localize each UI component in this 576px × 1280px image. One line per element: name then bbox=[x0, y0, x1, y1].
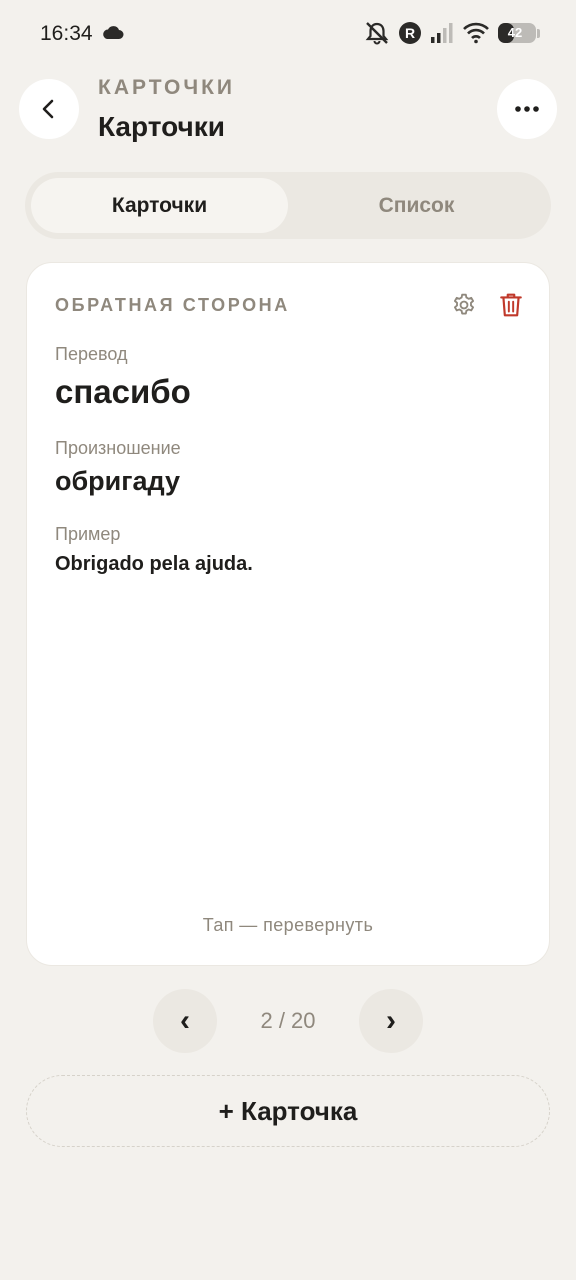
example-value: Obrigado pela ajuda. bbox=[55, 553, 253, 575]
more-horizontal-icon bbox=[515, 106, 539, 112]
flip-hint: Тап — перевернуть bbox=[202, 915, 374, 935]
status-time: 16:34 bbox=[40, 22, 93, 45]
pronunciation-value: обригаду bbox=[55, 466, 181, 496]
header-overline: КАРТОЧКИ bbox=[98, 76, 236, 99]
next-card-button[interactable]: › bbox=[359, 989, 423, 1053]
wifi-icon bbox=[463, 22, 489, 44]
card-settings-button[interactable] bbox=[450, 291, 478, 319]
status-icons: R 42 bbox=[364, 20, 540, 46]
chevron-left-icon bbox=[42, 99, 54, 119]
tab-list[interactable]: Список bbox=[288, 178, 545, 233]
gear-icon bbox=[453, 293, 475, 315]
flashcard[interactable]: ОБРАТНАЯ СТОРОНА Перевод спасибо Произно… bbox=[26, 262, 550, 966]
tab-cards[interactable]: Карточки bbox=[31, 178, 288, 233]
status-bar: 16:34 R 42 bbox=[0, 0, 576, 68]
trash-icon bbox=[500, 293, 522, 317]
screen: 16:34 R 42 КАРТОЧКИ Карточки Карточки Сп… bbox=[0, 0, 576, 1280]
battery-icon: 42 bbox=[498, 23, 536, 43]
mute-icon bbox=[365, 22, 389, 45]
card-side-label: ОБРАТНАЯ СТОРОНА bbox=[55, 295, 290, 315]
r-badge-icon: R bbox=[399, 22, 421, 44]
back-button[interactable] bbox=[19, 79, 79, 139]
translation-label: Перевод bbox=[55, 344, 128, 364]
chevron-left-icon: ‹ bbox=[180, 1004, 190, 1037]
svg-text:R: R bbox=[405, 25, 415, 41]
more-button[interactable] bbox=[497, 79, 557, 139]
previous-card-button[interactable]: ‹ bbox=[153, 989, 217, 1053]
add-card-button[interactable]: + Карточка bbox=[26, 1075, 550, 1147]
view-tabs: Карточки Список bbox=[25, 172, 551, 239]
example-label: Пример bbox=[55, 524, 121, 544]
battery-level: 42 bbox=[507, 25, 523, 40]
translation-value: спасибо bbox=[55, 373, 191, 410]
battery-tip bbox=[537, 28, 540, 38]
page-title: Карточки bbox=[98, 111, 225, 142]
delete-card-button[interactable] bbox=[497, 291, 525, 319]
cloud-icon bbox=[103, 26, 124, 39]
signal-icon bbox=[431, 23, 453, 43]
pronunciation-label: Произношение bbox=[55, 438, 181, 458]
chevron-right-icon: › bbox=[386, 1004, 396, 1037]
card-counter: 2 / 20 bbox=[260, 1008, 316, 1033]
